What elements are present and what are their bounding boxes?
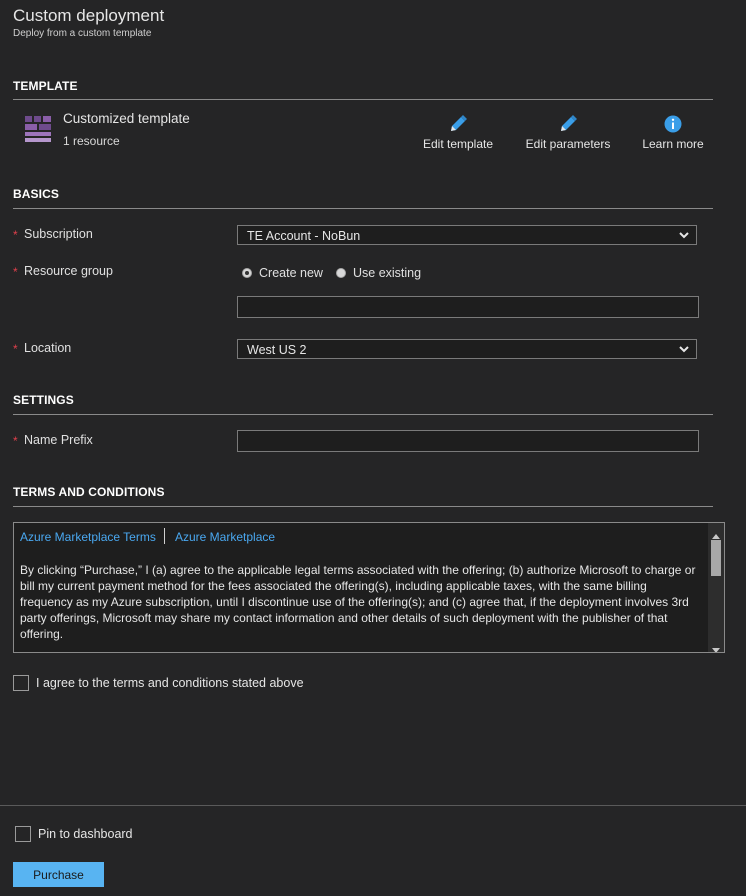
location-dropdown[interactable]: West US 2: [237, 339, 697, 359]
radio-create-new-label[interactable]: Create new: [259, 266, 323, 280]
resource-group-name-input[interactable]: [237, 296, 699, 318]
terms-box: Azure Marketplace Terms Azure Marketplac…: [13, 522, 725, 653]
template-name: Customized template: [63, 111, 190, 126]
location-label: Location: [24, 341, 72, 355]
section-divider: [13, 506, 713, 507]
section-divider: [13, 99, 713, 100]
edit-template-label: Edit template: [422, 137, 494, 151]
template-resource-count: 1 resource: [63, 134, 120, 148]
chevron-down-icon: [678, 229, 690, 244]
required-indicator: *: [13, 342, 18, 356]
scroll-down-icon[interactable]: [712, 641, 720, 652]
pencil-icon: [448, 114, 468, 139]
required-indicator: *: [13, 228, 18, 242]
learn-more-label: Learn more: [642, 137, 704, 151]
learn-more-button[interactable]: Learn more: [638, 114, 708, 154]
subscription-label: Subscription: [24, 227, 93, 241]
edit-parameters-button[interactable]: Edit parameters: [522, 114, 614, 154]
footer-divider: [0, 805, 746, 806]
scroll-thumb[interactable]: [711, 540, 721, 576]
terms-body: By clicking “Purchase,” I (a) agree to t…: [20, 563, 696, 641]
radio-create-new[interactable]: [242, 268, 252, 278]
section-title-settings: SETTINGS: [13, 393, 74, 407]
pin-to-dashboard-label[interactable]: Pin to dashboard: [38, 827, 133, 841]
pin-to-dashboard-checkbox[interactable]: [15, 826, 31, 842]
purchase-button[interactable]: Purchase: [13, 862, 104, 887]
section-title-basics: BASICS: [13, 187, 59, 201]
section-title-template: TEMPLATE: [13, 79, 78, 93]
radio-use-existing[interactable]: [336, 268, 346, 278]
info-icon: [664, 115, 682, 138]
required-indicator: *: [13, 265, 18, 279]
azure-marketplace-link[interactable]: Azure Marketplace: [175, 530, 275, 544]
name-prefix-input[interactable]: [237, 430, 699, 452]
blade-subtitle: Deploy from a custom template: [13, 28, 152, 39]
template-icon: [25, 115, 52, 143]
edit-parameters-label: Edit parameters: [525, 137, 611, 151]
pencil-icon: [558, 114, 578, 139]
section-divider: [13, 414, 713, 415]
agree-terms-label[interactable]: I agree to the terms and conditions stat…: [36, 676, 304, 690]
section-divider: [13, 208, 713, 209]
blade-title: Custom deployment: [13, 6, 165, 25]
radio-use-existing-label[interactable]: Use existing: [353, 266, 421, 280]
resource-group-label: Resource group: [24, 264, 113, 278]
azure-marketplace-terms-link[interactable]: Azure Marketplace Terms: [20, 530, 156, 544]
edit-template-button[interactable]: Edit template: [418, 114, 498, 154]
name-prefix-label: Name Prefix: [24, 433, 93, 447]
required-indicator: *: [13, 434, 18, 448]
subscription-value: TE Account - NoBun: [247, 229, 361, 243]
subscription-dropdown[interactable]: TE Account - NoBun: [237, 225, 697, 245]
agree-terms-checkbox[interactable]: [13, 675, 29, 691]
terms-scrollbar[interactable]: [708, 523, 724, 652]
section-title-terms: TERMS AND CONDITIONS: [13, 485, 165, 499]
link-separator: [164, 528, 165, 544]
location-value: West US 2: [247, 343, 307, 357]
chevron-down-icon: [678, 343, 690, 358]
